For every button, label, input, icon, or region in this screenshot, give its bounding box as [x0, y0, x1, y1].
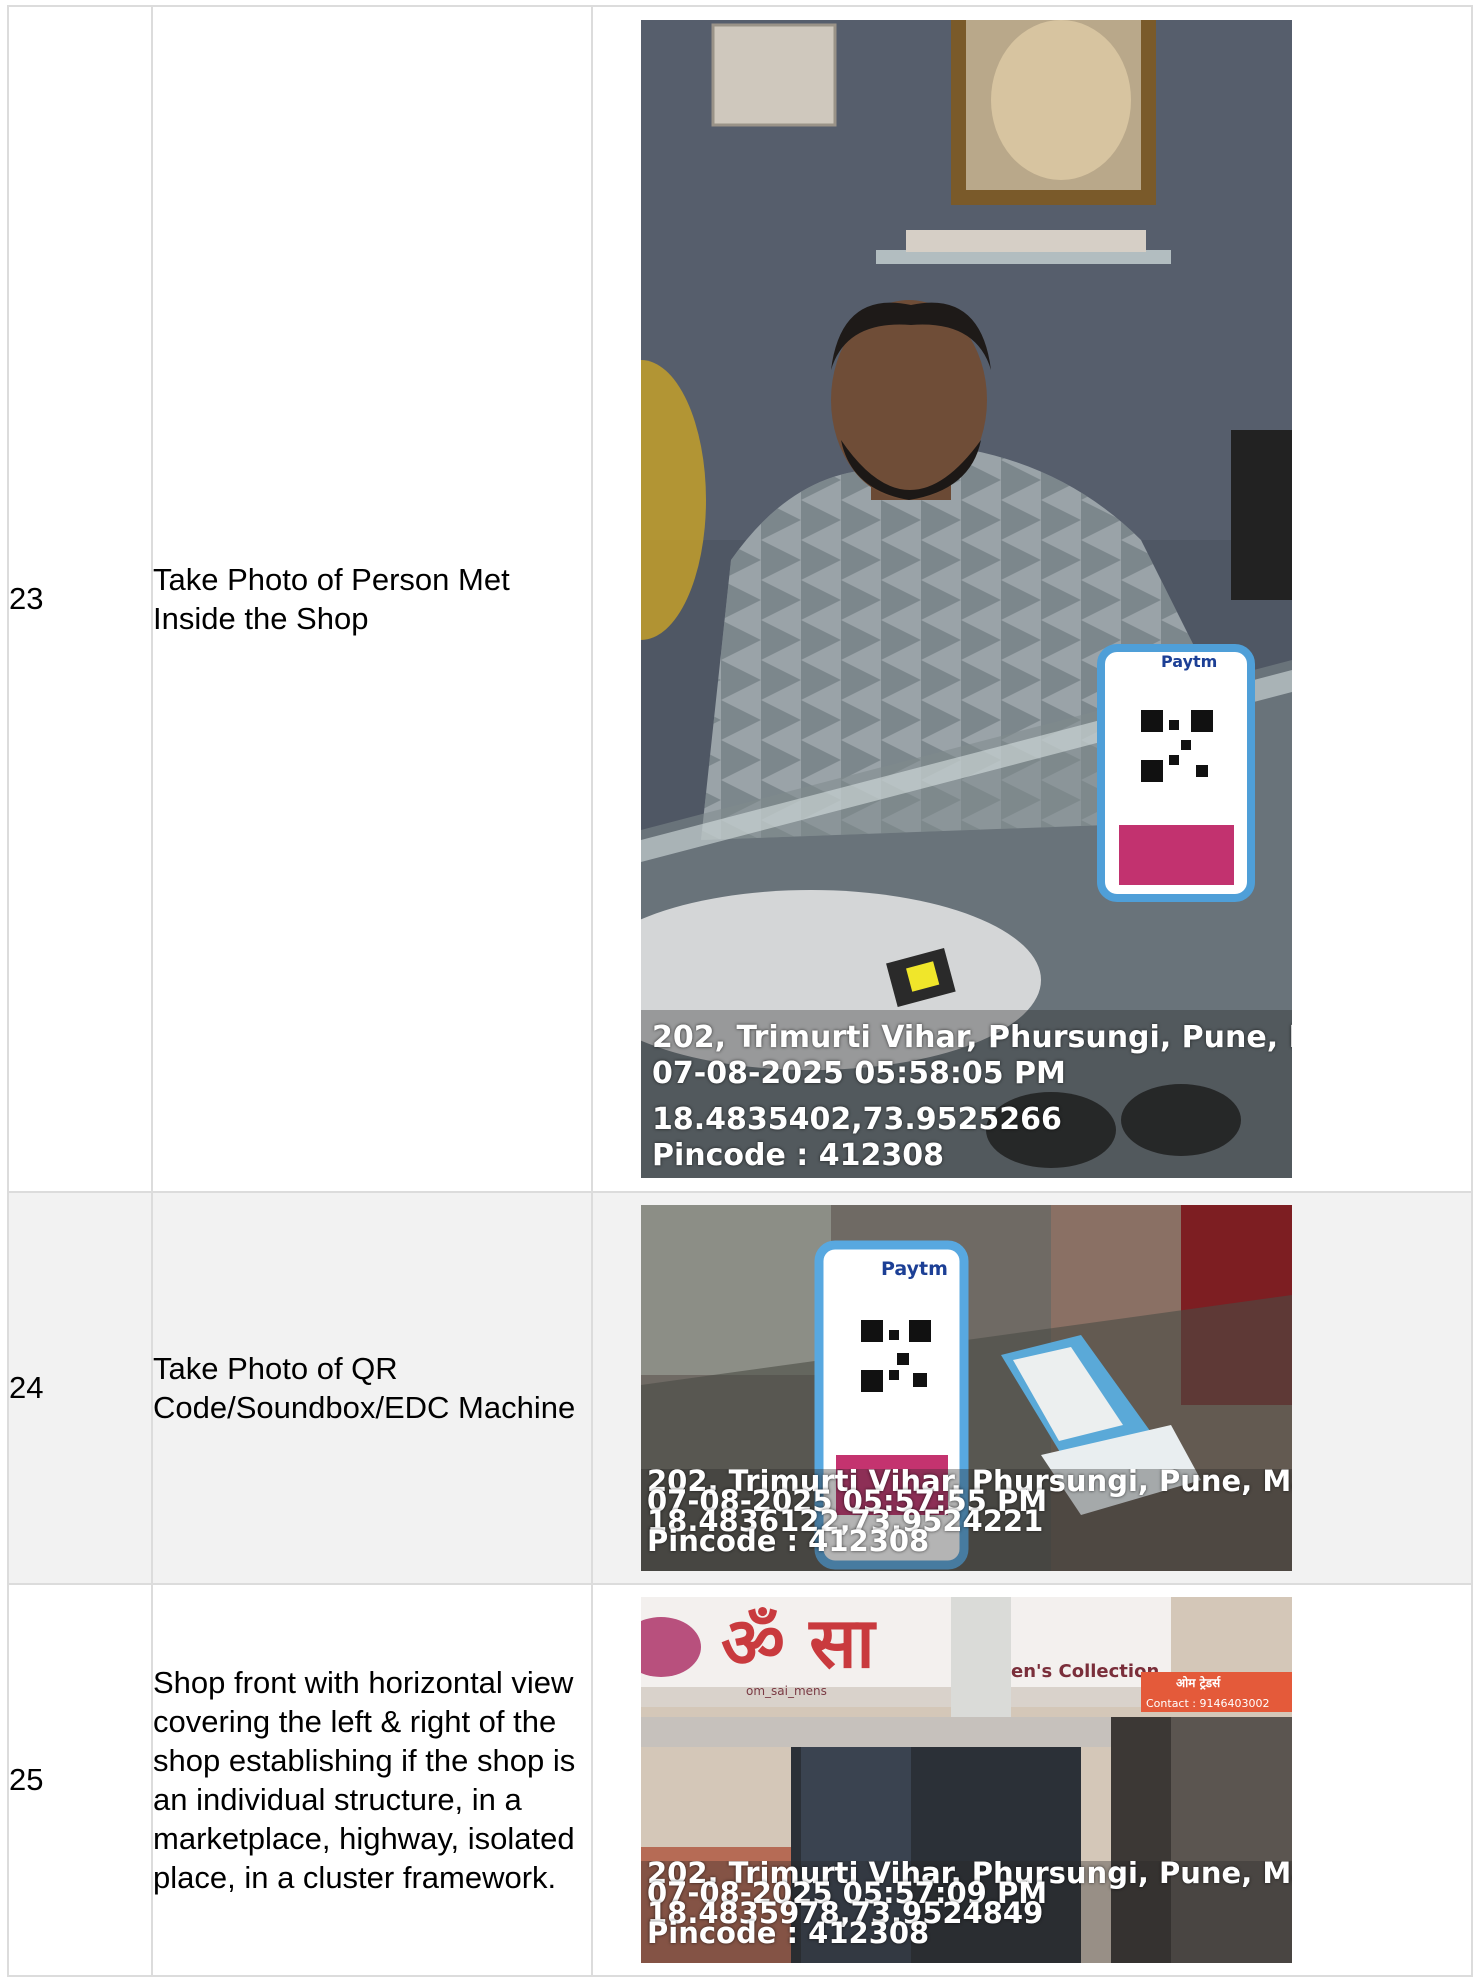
- neighbor-contact: Contact : 9146403002: [1146, 1697, 1269, 1710]
- geo-stamp: 202, Trimurti Vihar, Phursungi, Pune, Ma…: [641, 1861, 1292, 1963]
- shop-sign-right: en's Collection: [1011, 1661, 1159, 1682]
- geo-stamp: 202, Trimurti Vihar, Phursungi, Pune, Ma…: [641, 1010, 1292, 1178]
- svg-text:Paytm: Paytm: [1161, 652, 1217, 671]
- row-description: Take Photo of Person Met Inside the Shop: [151, 5, 593, 1193]
- row-number: 24: [7, 1191, 153, 1585]
- neighbor-sign: ओम ट्रेडर्स: [1176, 1676, 1221, 1690]
- shop-sign-left: ॐ सा: [721, 1602, 878, 1684]
- stamp-pincode: Pincode : 412308: [652, 1138, 944, 1173]
- qr-code-photo: Paytm 202, Trimurti Vihar, Phursungi, Pu…: [641, 1205, 1292, 1571]
- shop-sign-handle: om_sai_mens: [746, 1684, 827, 1698]
- table-row: 23 Take Photo of Person Met Inside the S…: [7, 5, 1473, 1193]
- row-description: Take Photo of QR Code/Soundbox/EDC Machi…: [151, 1191, 593, 1585]
- row-description: Shop front with horizontal view covering…: [151, 1583, 593, 1977]
- row-number: 25: [7, 1583, 153, 1977]
- row-number: 23: [7, 5, 153, 1193]
- stamp-datetime: 07-08-2025 05:58:05 PM: [652, 1056, 1066, 1091]
- photo-cell: ॐ सा om_sai_mens en's Collection ओम ट्रे…: [591, 1583, 1473, 1977]
- person-photo-scene: Paytm: [641, 20, 1292, 1178]
- svg-text:Paytm: Paytm: [881, 1258, 948, 1280]
- photo-cell: Paytm 202, Trimurti Vihar, Phursungi, Pu…: [591, 5, 1473, 1193]
- geo-stamp: 202, Trimurti Vihar, Phursungi, Pune, Ma…: [641, 1469, 1292, 1571]
- person-photo: Paytm 202, Trimurti Vihar, Phursungi, Pu…: [641, 20, 1292, 1178]
- stamp-coords: 18.4835402,73.9525266: [652, 1102, 1062, 1137]
- stamp-address: 202, Trimurti Vihar, Phursungi, Pune, Ma…: [652, 1020, 1292, 1055]
- table-row: 25 Shop front with horizontal view cover…: [7, 1583, 1473, 1977]
- photo-report-table: 23 Take Photo of Person Met Inside the S…: [7, 5, 1473, 1977]
- photo-cell: Paytm 202, Trimurti Vihar, Phursungi, Pu…: [591, 1191, 1473, 1585]
- shop-front-photo: ॐ सा om_sai_mens en's Collection ओम ट्रे…: [641, 1597, 1292, 1963]
- table-row: 24 Take Photo of QR Code/Soundbox/EDC Ma…: [7, 1191, 1473, 1585]
